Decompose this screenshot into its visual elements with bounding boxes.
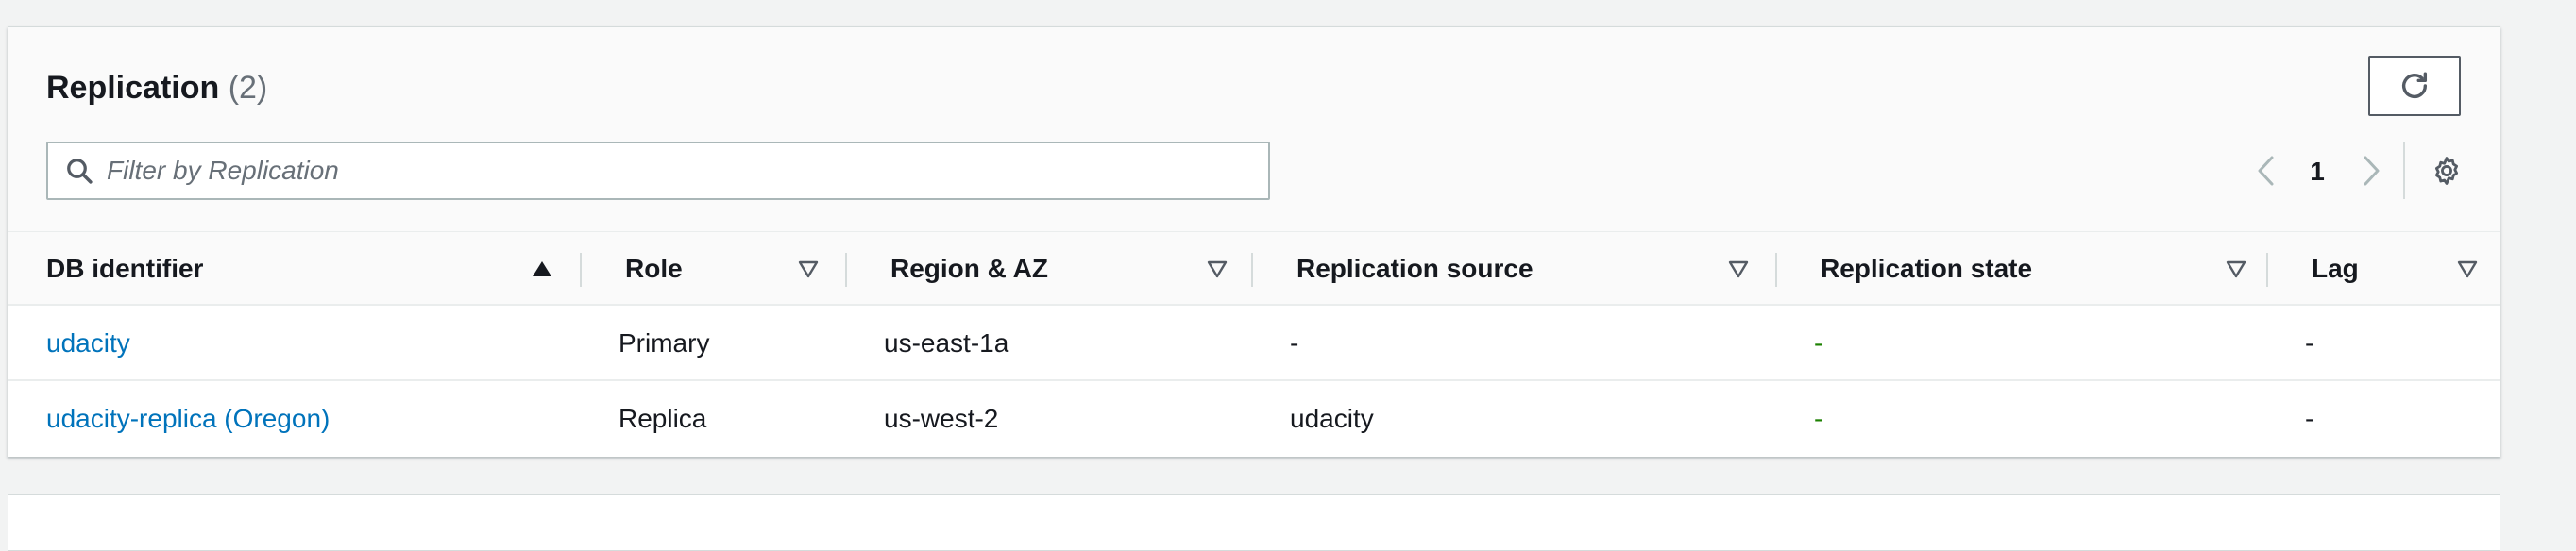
title-text: Replication — [46, 70, 220, 106]
db-identifier-link[interactable]: udacity — [46, 306, 130, 381]
column-header-lag[interactable]: Lag — [2268, 232, 2501, 306]
panel-title: Replication (2) — [46, 67, 267, 109]
next-page-button[interactable] — [2352, 150, 2390, 192]
column-header-db-identifier[interactable]: DB identifier — [8, 232, 580, 306]
region-cell: us-west-2 — [884, 404, 999, 433]
caret-down-outline-icon[interactable] — [797, 258, 820, 280]
pager-divider — [2403, 142, 2405, 199]
lag-cell: - — [2305, 404, 2314, 433]
caret-down-outline-icon[interactable] — [1727, 258, 1750, 280]
db-identifier-link[interactable]: udacity-replica (Oregon) — [46, 381, 330, 457]
caret-down-outline-icon[interactable] — [2225, 258, 2247, 280]
replication-source-cell: udacity — [1290, 404, 1374, 433]
previous-page-button[interactable] — [2247, 150, 2285, 192]
replication-source-cell: - — [1290, 328, 1299, 358]
column-label: Region & AZ — [890, 254, 1048, 283]
next-panel — [8, 494, 2500, 551]
column-label: Replication state — [1821, 254, 2033, 283]
column-label: DB identifier — [46, 254, 204, 283]
gear-icon — [2434, 157, 2459, 185]
column-header-replication-source[interactable]: Replication source — [1253, 232, 1782, 306]
panel-header: Replication (2) 1 — [8, 27, 2500, 232]
replication-state-cell: - — [1814, 328, 1823, 358]
column-label: Replication source — [1296, 254, 1534, 283]
search-icon — [63, 155, 95, 187]
page-number[interactable]: 1 — [2303, 153, 2331, 191]
role-cell: Replica — [619, 404, 707, 433]
search-input[interactable] — [107, 156, 1240, 186]
column-label: Role — [625, 254, 683, 283]
search-field[interactable] — [46, 142, 1270, 200]
title-count: (2) — [228, 70, 268, 106]
lag-cell: - — [2305, 328, 2314, 358]
preferences-button[interactable] — [2426, 150, 2467, 192]
region-cell: us-east-1a — [884, 328, 1009, 358]
column-header-replication-state[interactable]: Replication state — [1777, 232, 2273, 306]
refresh-button[interactable] — [2368, 56, 2461, 116]
chevron-left-icon — [2258, 156, 2274, 186]
replication-panel: Replication (2) 1 — [8, 26, 2500, 457]
column-header-role[interactable]: Role — [582, 232, 854, 306]
refresh-icon — [2401, 72, 2428, 98]
table-row: udacity-replica (Oregon) Replica us-west… — [8, 381, 2500, 457]
table-header: DB identifier Role Region & AZ Replicati… — [8, 232, 2500, 306]
column-header-region[interactable]: Region & AZ — [847, 232, 1258, 306]
caret-down-outline-icon[interactable] — [2456, 258, 2479, 280]
column-label: Lag — [2312, 254, 2359, 283]
role-cell: Primary — [619, 328, 710, 358]
caret-down-outline-icon[interactable] — [1206, 258, 1229, 280]
replication-state-cell: - — [1814, 404, 1823, 433]
chevron-right-icon — [2364, 156, 2380, 186]
caret-up-icon[interactable] — [531, 258, 553, 280]
table-row: udacity Primary us-east-1a - - - — [8, 306, 2500, 381]
